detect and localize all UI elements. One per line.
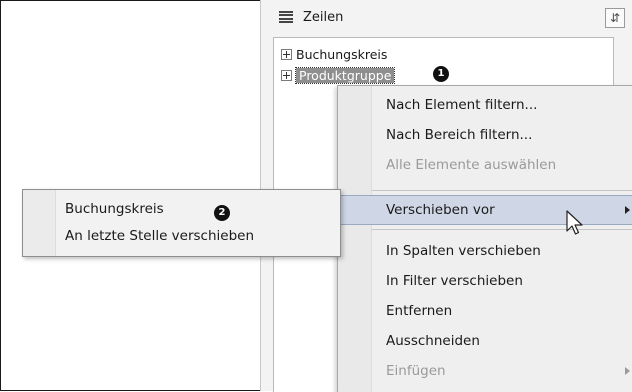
- rows-area-title: Zeilen: [303, 9, 344, 25]
- menu-item-remove[interactable]: Entfernen: [338, 296, 632, 326]
- submenu-item-move-to-last[interactable]: An letzte Stelle verschieben: [23, 223, 340, 249]
- menu-item-move-before[interactable]: Verschieben vor: [338, 195, 632, 225]
- tree-item-produktgruppe[interactable]: Produktgruppe: [281, 66, 396, 84]
- menu-item-label: An letzte Stelle verschieben: [65, 228, 255, 244]
- menu-item-label: In Filter verschieben: [386, 273, 523, 289]
- tree-item-label: Buchungskreis: [296, 46, 388, 62]
- tree-item-label-selected: Produktgruppe: [294, 66, 396, 84]
- menu-item-label: Nach Bereich filtern...: [386, 127, 533, 143]
- expand-plus-icon[interactable]: [281, 48, 292, 60]
- menu-item-move-to-columns[interactable]: In Spalten verschieben: [338, 236, 632, 266]
- menu-item-label: Buchungskreis: [65, 201, 164, 217]
- menu-item-label: Einfügen: [386, 363, 446, 379]
- submenu-arrow-icon: [625, 367, 630, 375]
- menu-item-select-all[interactable]: Alle Elemente auswählen: [338, 150, 632, 180]
- menu-item-label: Nach Element filtern...: [386, 97, 538, 113]
- move-before-submenu: Buchungskreis 2 An letzte Stelle verschi…: [22, 189, 341, 257]
- menu-item-paste[interactable]: Einfügen: [338, 356, 632, 386]
- context-menu: Nach Element filtern... Nach Bereich fil…: [337, 85, 632, 392]
- expand-plus-icon[interactable]: [281, 69, 292, 81]
- submenu-arrow-icon: [625, 206, 630, 214]
- menu-item-filter-by-element[interactable]: Nach Element filtern...: [338, 90, 632, 120]
- menu-item-filter-by-range[interactable]: Nach Bereich filtern...: [338, 120, 632, 150]
- menu-item-label: In Spalten verschieben: [386, 243, 541, 259]
- callout-badge-2: 2: [214, 205, 230, 221]
- menu-separator: [372, 190, 632, 191]
- submenu-item-buchungskreis[interactable]: Buchungskreis 2: [23, 196, 340, 222]
- rows-list-icon: [279, 11, 293, 23]
- menu-item-label: Verschieben vor: [386, 202, 495, 218]
- menu-item-label: Entfernen: [386, 303, 453, 319]
- callout-badge-1: 1: [433, 66, 449, 82]
- menu-item-move-to-filter[interactable]: In Filter verschieben: [338, 266, 632, 296]
- mouse-pointer-icon: [566, 210, 583, 235]
- field-list-layout-button[interactable]: ⇵: [605, 8, 625, 28]
- menu-item-label: Ausschneiden: [386, 333, 480, 349]
- tree-item-buchungskreis[interactable]: Buchungskreis: [281, 45, 387, 63]
- menu-item-label: Alle Elemente auswählen: [386, 157, 557, 173]
- rows-area-header: Zeilen: [279, 6, 343, 28]
- menu-item-cut[interactable]: Ausschneiden: [338, 326, 632, 356]
- field-list-layout-icon: ⇵: [609, 11, 621, 25]
- menu-separator: [372, 229, 632, 230]
